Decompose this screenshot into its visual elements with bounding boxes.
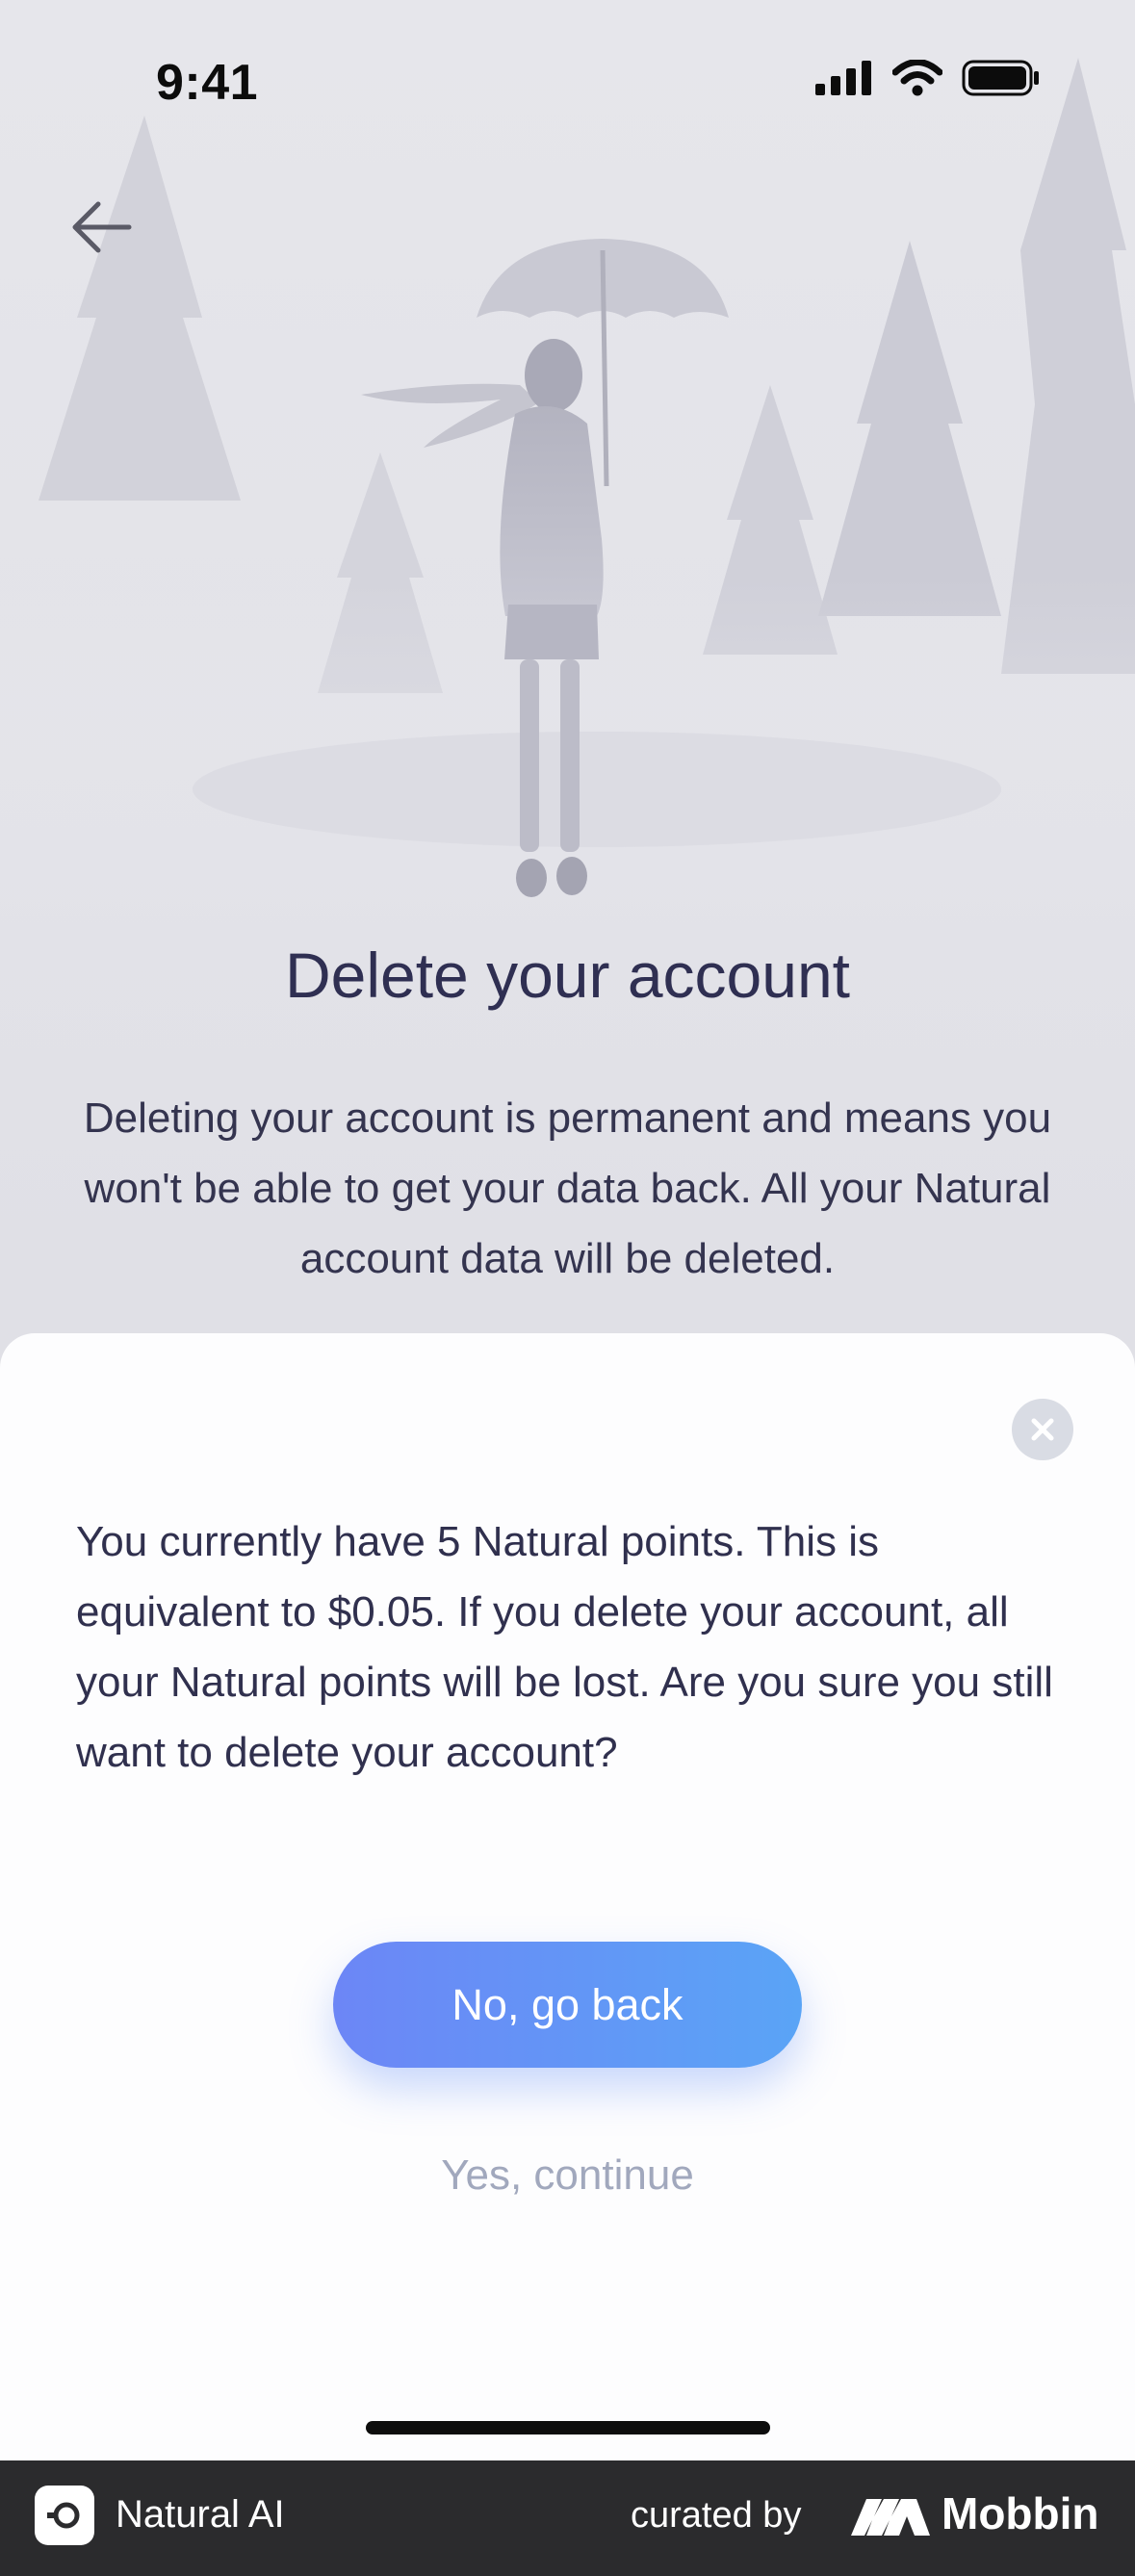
close-icon	[1031, 1418, 1054, 1441]
status-icons	[815, 60, 1041, 96]
status-time: 9:41	[156, 55, 259, 111]
back-arrow-icon[interactable]	[67, 193, 137, 262]
confirmation-bottom-sheet: You currently have 5 Natural points. Thi…	[0, 1333, 1135, 2460]
wifi-icon	[892, 60, 942, 96]
mobbin-logo-icon	[851, 2499, 930, 2536]
close-button[interactable]	[1012, 1399, 1073, 1460]
screen: 9:41 Delete your account Deleting your a…	[0, 0, 1135, 2460]
page-title: Delete your account	[284, 940, 850, 1011]
yes-continue-link[interactable]: Yes, continue	[0, 2151, 1135, 2200]
attribution-footer: Natural AI curated by Mobbin	[0, 2460, 1135, 2576]
curated-by-label: curated by	[631, 2495, 802, 2536]
home-indicator	[366, 2421, 770, 2434]
status-bar: 9:41	[0, 0, 1135, 164]
no-go-back-button[interactable]: No, go back	[333, 1942, 802, 2068]
points-warning-message: You currently have 5 Natural points. Thi…	[76, 1518, 1053, 1776]
battery-icon	[962, 60, 1039, 96]
app-name: Natural AI	[116, 2493, 285, 2536]
mobbin-brand: Mobbin	[942, 2488, 1099, 2538]
page-description: Deleting your account is permanent and m…	[83, 1095, 1052, 1282]
natural-ai-logo-icon	[35, 2486, 94, 2545]
cellular-signal-icon	[815, 61, 871, 95]
